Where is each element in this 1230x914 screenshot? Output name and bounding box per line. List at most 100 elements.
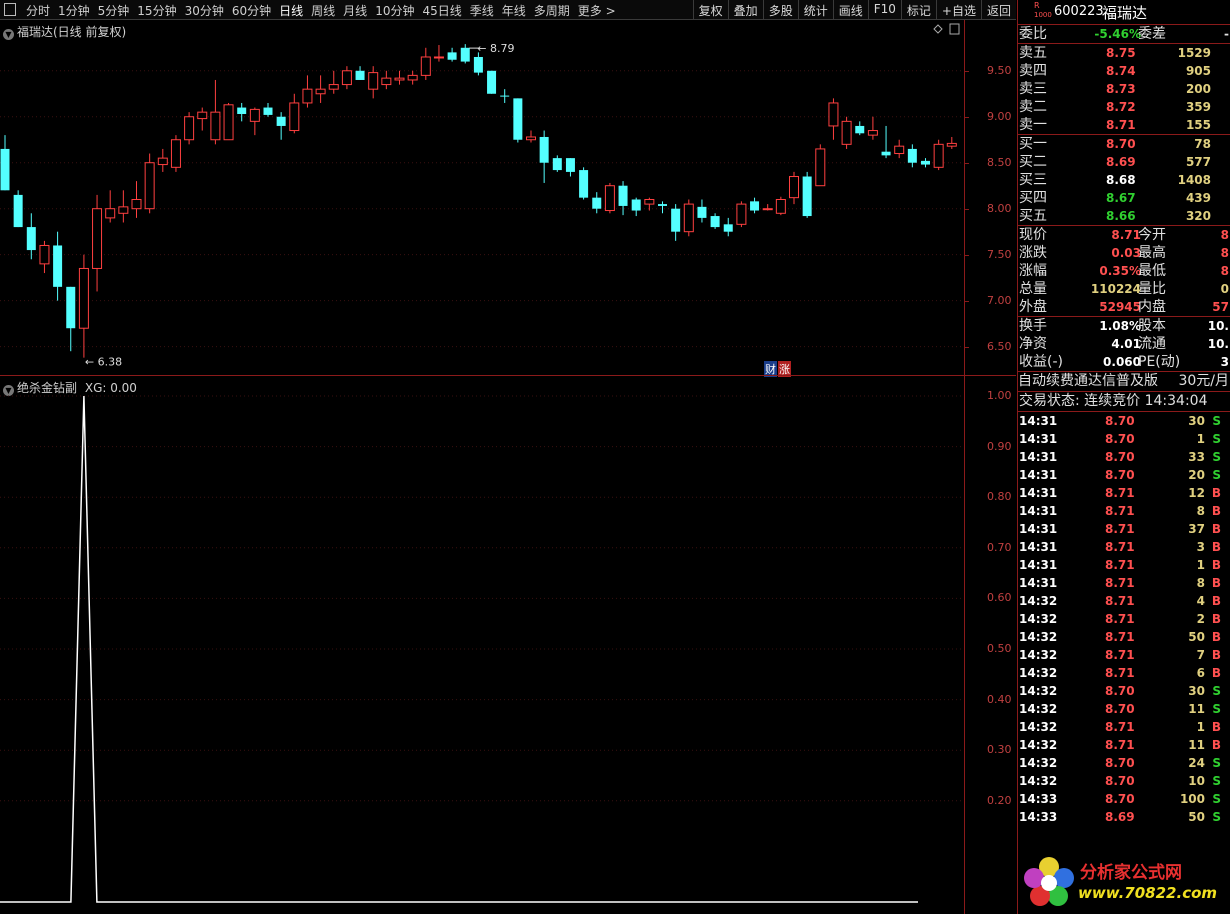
candle[interactable] — [579, 167, 589, 200]
subscription-notice[interactable]: 自动续费通达信普及版 30元/月 — [1018, 371, 1230, 391]
tick-row[interactable]: 14:31 8.71 3 B — [1018, 538, 1230, 556]
bid-row[interactable]: 买二 8.69 577 — [1018, 153, 1230, 171]
candle[interactable] — [407, 70, 418, 85]
period-tab[interactable]: 60分钟 — [232, 4, 271, 18]
candle[interactable] — [105, 190, 116, 223]
candle[interactable] — [762, 204, 773, 211]
period-tab[interactable]: 周线 — [311, 4, 335, 18]
candle[interactable] — [420, 47, 431, 80]
candle[interactable] — [394, 70, 405, 85]
candle[interactable] — [539, 130, 549, 183]
candle[interactable] — [13, 190, 23, 228]
candle[interactable] — [26, 213, 36, 260]
candle[interactable] — [750, 197, 760, 214]
candle[interactable] — [855, 121, 865, 136]
candle[interactable] — [263, 102, 273, 117]
bid-row[interactable]: 买四 8.67 439 — [1018, 189, 1230, 207]
candle[interactable] — [828, 98, 839, 140]
period-tab[interactable]: 季线 — [470, 4, 494, 18]
tick-row[interactable]: 14:32 8.71 1 B — [1018, 718, 1230, 736]
tool-button[interactable]: 复权 — [692, 0, 728, 19]
tick-row[interactable]: 14:31 8.71 12 B — [1018, 484, 1230, 502]
tick-row[interactable]: 14:31 8.71 8 B — [1018, 502, 1230, 520]
candle[interactable] — [144, 153, 155, 214]
candle[interactable] — [487, 70, 497, 94]
ask-row[interactable]: 卖二 8.72 359 — [1018, 98, 1230, 116]
candle[interactable] — [249, 107, 260, 136]
candle[interactable] — [946, 136, 957, 149]
tick-row[interactable]: 14:32 8.70 24 S — [1018, 754, 1230, 772]
candle[interactable] — [355, 66, 365, 80]
candle[interactable] — [526, 130, 536, 143]
ask-row[interactable]: 卖五 8.75 1529 — [1018, 44, 1230, 62]
candle[interactable] — [710, 213, 720, 229]
candle[interactable] — [658, 201, 667, 214]
candle[interactable] — [131, 181, 142, 218]
kline-panel[interactable]: ▼ 福瑞达(日线 前复权) ← 8.79 ← 6.38 9.50 9.00 8.50 8.… — [0, 20, 1016, 377]
tool-button[interactable]: 画线 — [832, 0, 868, 19]
candle[interactable] — [170, 135, 181, 172]
candle[interactable] — [552, 155, 562, 172]
candle[interactable] — [789, 171, 799, 205]
tick-row[interactable]: 14:33 8.70 100 S — [1018, 790, 1230, 808]
candle[interactable] — [237, 102, 247, 122]
period-tab[interactable]: 30分钟 — [185, 4, 224, 18]
window-toggle-icon[interactable] — [4, 3, 16, 16]
tick-row[interactable]: 14:32 8.71 2 B — [1018, 610, 1230, 628]
candle[interactable] — [78, 254, 89, 358]
kline-chart[interactable]: ← 8.79 ← 6.38 — [0, 20, 964, 375]
candle[interactable] — [723, 217, 733, 237]
period-tab[interactable]: 5分钟 — [98, 4, 130, 18]
period-tab[interactable]: 月线 — [343, 4, 367, 18]
candle[interactable] — [381, 70, 392, 90]
candle[interactable] — [683, 199, 694, 237]
candle[interactable] — [867, 116, 878, 140]
candle[interactable] — [894, 139, 905, 159]
tick-row[interactable]: 14:31 8.71 1 B — [1018, 556, 1230, 574]
candle[interactable] — [841, 116, 852, 149]
candle[interactable] — [671, 204, 681, 241]
candle[interactable] — [92, 194, 103, 292]
tick-row[interactable]: 14:31 8.70 1 S — [1018, 430, 1230, 448]
tool-button[interactable]: 返回 — [980, 0, 1016, 19]
period-tab[interactable]: 10分钟 — [375, 4, 414, 18]
candle[interactable] — [315, 75, 326, 103]
period-tab[interactable]: 1分钟 — [58, 4, 90, 18]
bid-row[interactable]: 买一 8.70 78 — [1018, 135, 1230, 153]
candle[interactable] — [39, 240, 50, 274]
tool-button[interactable]: 多股 — [762, 0, 798, 19]
bid-row[interactable]: 买三 8.68 1408 — [1018, 171, 1230, 189]
candle[interactable] — [513, 98, 523, 143]
candle[interactable] — [802, 171, 812, 218]
candle[interactable] — [433, 45, 444, 62]
candle[interactable] — [815, 144, 826, 187]
tick-row[interactable]: 14:32 8.71 11 B — [1018, 736, 1230, 754]
period-tab[interactable]: 15分钟 — [137, 4, 176, 18]
tick-row[interactable]: 14:31 8.70 20 S — [1018, 466, 1230, 484]
tick-row[interactable]: 14:32 8.70 10 S — [1018, 772, 1230, 790]
tick-row[interactable]: 14:32 8.71 4 B — [1018, 592, 1230, 610]
candle[interactable] — [565, 158, 575, 177]
indicator-panel[interactable]: ▼ 绝杀金钻副 XG: 0.00 1.00 0.90 0.80 0.70 0.60 0.50… — [0, 376, 1016, 914]
candle[interactable] — [328, 70, 339, 94]
candle[interactable] — [921, 158, 930, 168]
tick-row[interactable]: 14:31 8.71 8 B — [1018, 574, 1230, 592]
candle[interactable] — [157, 148, 168, 172]
period-tab[interactable]: 年线 — [502, 4, 526, 18]
tick-row[interactable]: 14:32 8.71 7 B — [1018, 646, 1230, 664]
ask-row[interactable]: 卖三 8.73 200 — [1018, 80, 1230, 98]
tick-row[interactable]: 14:33 8.69 50 S — [1018, 808, 1230, 826]
diamond-icon[interactable] — [933, 24, 943, 34]
bid-row[interactable]: 买五 8.66 320 — [1018, 207, 1230, 225]
candle[interactable] — [604, 182, 615, 214]
tick-row[interactable]: 14:31 8.70 30 S — [1018, 412, 1230, 430]
period-tab[interactable]: 45日线 — [422, 4, 461, 18]
indicator-chart[interactable] — [0, 376, 964, 914]
candle[interactable] — [302, 75, 313, 108]
maximize-icon[interactable] — [949, 23, 960, 35]
candle[interactable] — [184, 112, 195, 145]
tool-button[interactable]: F10 — [867, 0, 901, 19]
period-tab[interactable]: 多周期 — [534, 4, 570, 18]
candle[interactable] — [66, 286, 76, 352]
candle[interactable] — [289, 93, 300, 134]
